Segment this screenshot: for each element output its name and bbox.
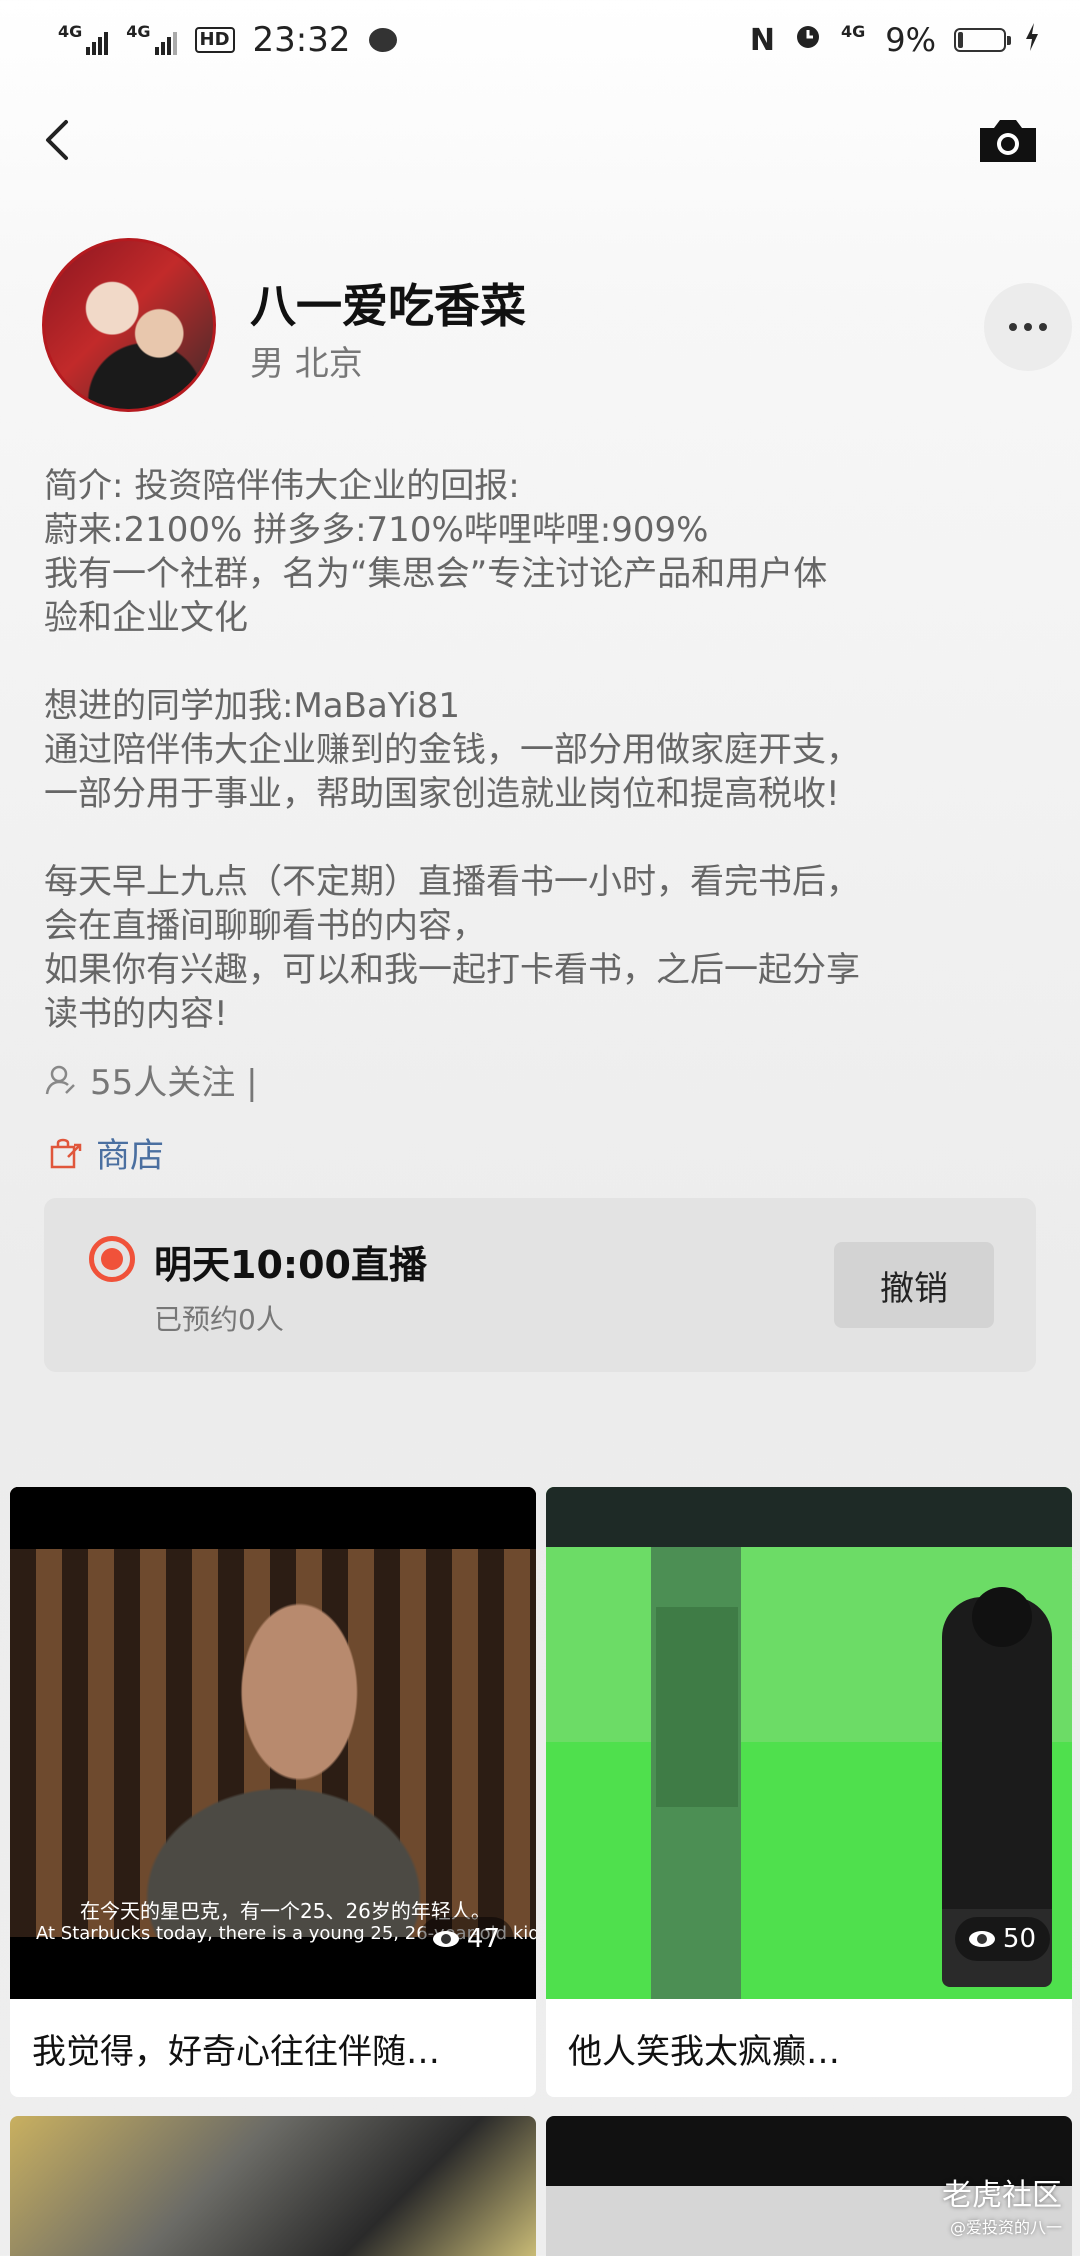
live-title: 明天10:00直播 — [154, 1243, 427, 1287]
bio-line: 简介: 投资陪伴伟大企业的回报: — [44, 466, 520, 506]
bio-line: 读书的内容! — [44, 994, 228, 1034]
alarm-icon — [793, 21, 823, 59]
dot — [1039, 323, 1047, 331]
store-label: 商店 — [96, 1136, 164, 1176]
profile-name: 八一爱吃香菜 — [250, 279, 526, 333]
hd-icon: HD — [194, 27, 235, 53]
dot — [1024, 323, 1032, 331]
video-thumbnail: 在今天的星巴克，有一个25、26岁的年轻人。 At Starbucks toda… — [10, 1487, 536, 1999]
charging-icon — [1024, 21, 1040, 59]
followers-link[interactable]: 55人关注 | — [44, 1055, 258, 1104]
video-caption: 我觉得，好奇心往往伴随… — [32, 2031, 440, 2072]
view-count: 47 — [466, 1924, 500, 1954]
profile-bio: 简介: 投资陪伴伟大企业的回报: 蔚来:2100% 拼多多:710%哔哩哔哩:9… — [44, 464, 1044, 1036]
dot — [1009, 323, 1017, 331]
store-link[interactable]: 商店 — [48, 1128, 164, 1177]
video-card-partial[interactable] — [10, 2116, 536, 2256]
profile-meta: 男 北京 — [250, 344, 363, 384]
bio-line: 每天早上九点（不定期）直播看书一小时，看完书后， — [44, 862, 860, 902]
bio-line: 蔚来:2100% 拼多多:710%哔哩哔哩:909% — [44, 510, 709, 550]
live-reservation-card: 明天10:00直播 已预约0人 撤销 — [44, 1198, 1036, 1372]
profile-header: 八一爱吃香菜 男 北京 — [42, 238, 1072, 414]
video-card[interactable]: 在今天的星巴克，有一个25、26岁的年轻人。 At Starbucks toda… — [10, 1487, 536, 2097]
bio-line — [44, 816, 1044, 860]
bio-line: 一部分用于事业，帮助国家创造就业岗位和提高税收! — [44, 774, 840, 814]
bio-line: 想进的同学加我:MaBaYi81 — [44, 686, 461, 726]
video-caption: 他人笑我太疯癫… — [568, 2031, 840, 2072]
status-time: 23:32 — [252, 20, 351, 60]
eye-icon — [968, 1931, 995, 1947]
camera-icon — [980, 120, 1036, 162]
more-button[interactable] — [984, 283, 1072, 371]
followers-count: 55人关注 | — [90, 1063, 258, 1103]
bio-line: 通过陪伴伟大企业赚到的金钱，一部分用做家庭开支， — [44, 730, 860, 770]
live-subtitle: 已预约0人 — [154, 1303, 284, 1336]
store-icon — [50, 1138, 82, 1168]
bio-line — [44, 640, 1044, 684]
watermark-sub: @爱投资的八一 — [949, 2218, 1062, 2237]
status-bar: 4G 4G HD 23:32 N 4G 9% — [0, 0, 1080, 80]
top-nav — [0, 100, 1080, 180]
camera-button[interactable] — [976, 110, 1040, 170]
battery-percent: 9% — [885, 21, 936, 59]
bio-line: 会在直播间聊聊看书的内容， — [44, 906, 486, 946]
bio-line: 验和企业文化 — [44, 598, 248, 638]
message-icon — [368, 28, 397, 52]
nfc-icon: N — [749, 22, 775, 58]
scene-door — [656, 1607, 738, 1807]
signal-icon: 4G — [58, 24, 109, 55]
view-count: 50 — [1002, 1924, 1036, 1954]
view-count-badge: 50 — [954, 1917, 1050, 1961]
signal-icon-2: 4G — [126, 24, 177, 55]
signal-icon-3: 4G — [840, 22, 866, 41]
avatar[interactable] — [42, 238, 216, 412]
watermark: 老虎社区 @爱投资的八一 — [942, 2170, 1062, 2238]
watermark-main: 老虎社区 — [942, 2178, 1062, 2213]
video-thumbnail: 50 — [546, 1487, 1072, 1999]
video-card[interactable]: 50 他人笑我太疯癫… — [546, 1487, 1072, 2097]
chevron-left-icon — [46, 120, 68, 160]
back-button[interactable] — [30, 108, 90, 172]
bio-line: 我有一个社群，名为“集思会”专注讨论产品和用户体 — [44, 554, 828, 594]
view-count-badge: 47 — [418, 1917, 514, 1961]
letterbox-top — [10, 1487, 536, 1549]
cancel-reservation-button[interactable]: 撤销 — [834, 1242, 994, 1328]
bio-line: 如果你有兴趣，可以和我一起打卡看书，之后一起分享 — [44, 950, 860, 990]
battery-icon — [954, 28, 1011, 52]
live-icon — [89, 1236, 135, 1282]
eye-icon — [432, 1931, 459, 1947]
person-icon — [45, 1065, 75, 1094]
